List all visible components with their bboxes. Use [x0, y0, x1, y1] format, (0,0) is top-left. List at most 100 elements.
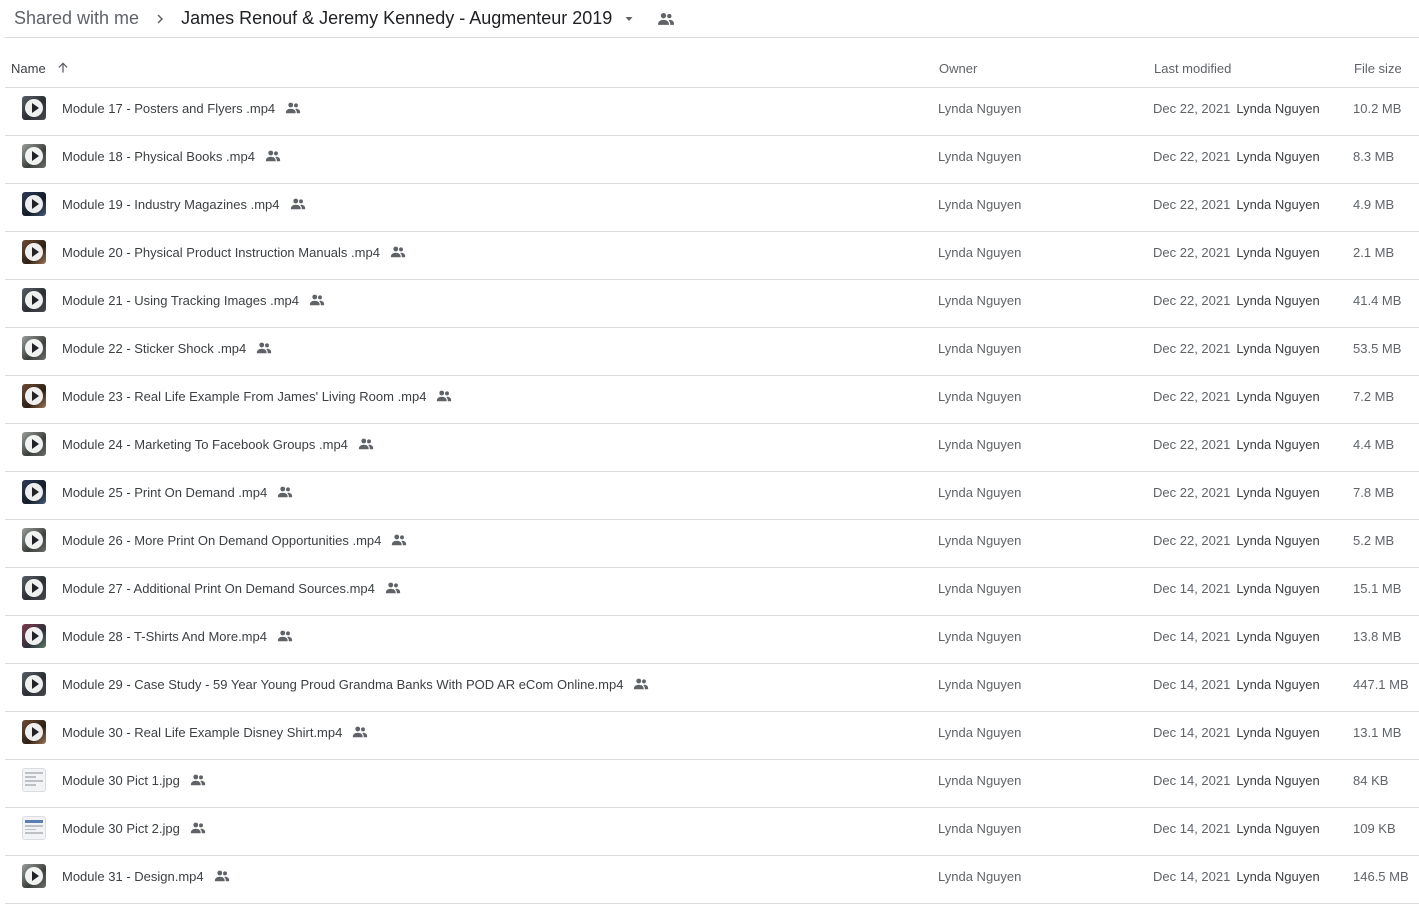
file-size: 7.2 MB [1353, 388, 1395, 404]
file-row[interactable]: Module 24 - Marketing To Facebook Groups… [5, 424, 1419, 472]
file-owner: Lynda Nguyen [938, 292, 1022, 308]
column-header-owner[interactable]: Owner [939, 48, 977, 88]
modified-date: Dec 22, 2021 [1153, 436, 1231, 452]
file-owner: Lynda Nguyen [938, 148, 1022, 164]
modified-by: Lynda Nguyen [1236, 580, 1320, 596]
file-name[interactable]: Module 23 - Real Life Example From James… [62, 389, 426, 404]
file-name[interactable]: Module 26 - More Print On Demand Opportu… [62, 533, 381, 548]
file-size: 41.4 MB [1353, 292, 1402, 308]
file-owner: Lynda Nguyen [938, 484, 1022, 500]
play-icon [25, 579, 43, 597]
video-thumbnail-icon [22, 624, 46, 648]
shared-people-icon [435, 387, 453, 405]
file-name[interactable]: Module 31 - Design.mp4 [62, 869, 204, 884]
shared-people-icon[interactable] [654, 7, 678, 31]
file-last-modified: Dec 22, 2021 Lynda Nguyen [1153, 280, 1320, 320]
shared-people-icon [384, 579, 402, 597]
modified-by: Lynda Nguyen [1236, 772, 1320, 788]
file-owner: Lynda Nguyen [938, 100, 1022, 116]
file-row[interactable]: Module 30 - Real Life Example Disney Shi… [5, 712, 1419, 760]
breadcrumb-shared-with-me[interactable]: Shared with me [14, 8, 139, 29]
modified-date: Dec 14, 2021 [1153, 868, 1231, 884]
video-thumbnail-icon [22, 528, 46, 552]
video-thumbnail-icon [22, 96, 46, 120]
breadcrumb-folder-label: James Renouf & Jeremy Kennedy - Augmente… [181, 8, 613, 28]
file-size: 15.1 MB [1353, 580, 1402, 596]
video-thumbnail-icon [22, 240, 46, 264]
shared-people-icon [189, 819, 207, 837]
file-size: 5.2 MB [1353, 532, 1395, 548]
modified-date: Dec 14, 2021 [1153, 820, 1231, 836]
file-last-modified: Dec 14, 2021 Lynda Nguyen [1153, 760, 1320, 800]
file-row[interactable]: Module 31 - Design.mp4 Lynda Nguyen Dec … [5, 856, 1419, 904]
file-name[interactable]: Module 30 - Real Life Example Disney Shi… [62, 725, 342, 740]
file-owner: Lynda Nguyen [938, 868, 1022, 884]
file-row[interactable]: Module 20 - Physical Product Instruction… [5, 232, 1419, 280]
file-row[interactable]: Module 30 Pict 1.jpg Lynda Nguyen Dec 14… [5, 760, 1419, 808]
shared-people-icon [284, 99, 302, 117]
file-row[interactable]: Module 17 - Posters and Flyers .mp4 Lynd… [5, 88, 1419, 136]
shared-people-icon [308, 291, 326, 309]
file-row[interactable]: Module 19 - Industry Magazines .mp4 Lynd… [5, 184, 1419, 232]
modified-date: Dec 22, 2021 [1153, 532, 1231, 548]
file-name[interactable]: Module 21 - Using Tracking Images .mp4 [62, 293, 299, 308]
column-header-file-size[interactable]: File size [1354, 48, 1402, 88]
file-name[interactable]: Module 28 - T-Shirts And More.mp4 [62, 629, 267, 644]
file-name[interactable]: Module 30 Pict 1.jpg [62, 773, 180, 788]
file-name[interactable]: Module 24 - Marketing To Facebook Groups… [62, 437, 348, 452]
file-name[interactable]: Module 30 Pict 2.jpg [62, 821, 180, 836]
play-icon [25, 195, 43, 213]
file-row[interactable]: Module 22 - Sticker Shock .mp4 Lynda Ngu… [5, 328, 1419, 376]
file-row[interactable]: Module 25 - Print On Demand .mp4 Lynda N… [5, 472, 1419, 520]
modified-date: Dec 14, 2021 [1153, 772, 1231, 788]
play-icon [25, 243, 43, 261]
shared-people-icon [189, 771, 207, 789]
modified-by: Lynda Nguyen [1236, 484, 1320, 500]
file-owner: Lynda Nguyen [938, 628, 1022, 644]
play-icon [25, 99, 43, 117]
file-row[interactable]: Module 28 - T-Shirts And More.mp4 Lynda … [5, 616, 1419, 664]
file-row[interactable]: Module 27 - Additional Print On Demand S… [5, 568, 1419, 616]
file-name[interactable]: Module 18 - Physical Books .mp4 [62, 149, 255, 164]
modified-date: Dec 22, 2021 [1153, 484, 1231, 500]
play-icon [25, 531, 43, 549]
file-row[interactable]: Module 30 Pict 2.jpg Lynda Nguyen Dec 14… [5, 808, 1419, 856]
file-name[interactable]: Module 17 - Posters and Flyers .mp4 [62, 101, 275, 116]
column-header-name-label: Name [11, 60, 46, 76]
modified-by: Lynda Nguyen [1236, 436, 1320, 452]
file-name[interactable]: Module 25 - Print On Demand .mp4 [62, 485, 267, 500]
play-icon [25, 339, 43, 357]
breadcrumb-current-folder[interactable]: James Renouf & Jeremy Kennedy - Augmente… [181, 8, 638, 29]
file-last-modified: Dec 14, 2021 Lynda Nguyen [1153, 808, 1320, 848]
file-size: 447.1 MB [1353, 676, 1409, 692]
file-owner: Lynda Nguyen [938, 580, 1022, 596]
modified-date: Dec 14, 2021 [1153, 628, 1231, 644]
file-row[interactable]: Module 26 - More Print On Demand Opportu… [5, 520, 1419, 568]
modified-date: Dec 14, 2021 [1153, 580, 1231, 596]
file-row[interactable]: Module 18 - Physical Books .mp4 Lynda Ng… [5, 136, 1419, 184]
file-name[interactable]: Module 20 - Physical Product Instruction… [62, 245, 380, 260]
file-last-modified: Dec 22, 2021 Lynda Nguyen [1153, 376, 1320, 416]
video-thumbnail-icon [22, 432, 46, 456]
file-row[interactable]: Module 21 - Using Tracking Images .mp4 L… [5, 280, 1419, 328]
shared-people-icon [632, 675, 650, 693]
column-header-last-modified[interactable]: Last modified [1154, 48, 1231, 88]
modified-date: Dec 14, 2021 [1153, 724, 1231, 740]
caret-down-icon[interactable] [620, 10, 638, 28]
play-icon [25, 147, 43, 165]
file-name[interactable]: Module 27 - Additional Print On Demand S… [62, 581, 375, 596]
modified-date: Dec 22, 2021 [1153, 244, 1231, 260]
file-last-modified: Dec 22, 2021 Lynda Nguyen [1153, 472, 1320, 512]
file-name[interactable]: Module 19 - Industry Magazines .mp4 [62, 197, 280, 212]
column-header-name[interactable]: Name [11, 48, 70, 88]
file-row[interactable]: Module 29 - Case Study - 59 Year Young P… [5, 664, 1419, 712]
video-thumbnail-icon [22, 480, 46, 504]
file-name[interactable]: Module 22 - Sticker Shock .mp4 [62, 341, 246, 356]
arrow-up-icon[interactable] [56, 61, 70, 75]
play-icon [25, 723, 43, 741]
file-row[interactable]: Module 23 - Real Life Example From James… [5, 376, 1419, 424]
file-last-modified: Dec 14, 2021 Lynda Nguyen [1153, 856, 1320, 896]
file-name[interactable]: Module 29 - Case Study - 59 Year Young P… [62, 677, 623, 692]
file-last-modified: Dec 14, 2021 Lynda Nguyen [1153, 664, 1320, 704]
modified-by: Lynda Nguyen [1236, 148, 1320, 164]
